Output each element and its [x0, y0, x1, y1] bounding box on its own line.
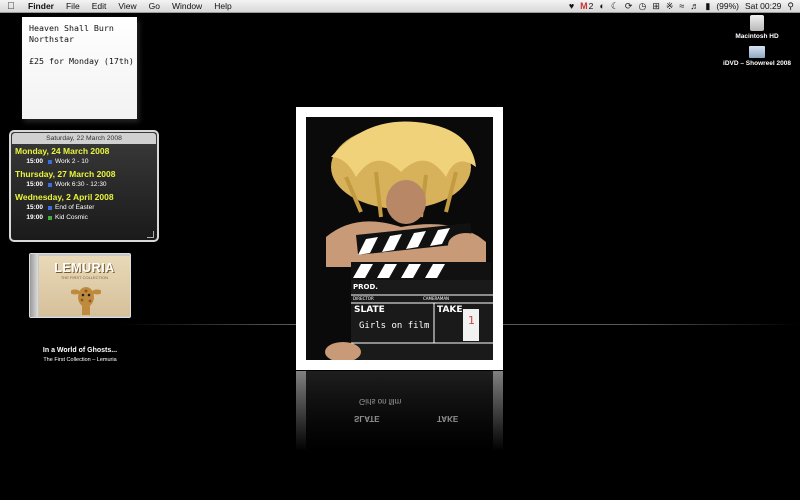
- menu-file[interactable]: File: [60, 0, 86, 12]
- moon-icon[interactable]: ☾: [611, 0, 619, 12]
- event-time: 15:00: [26, 158, 43, 165]
- apple-menu-icon[interactable]: : [0, 1, 22, 12]
- event-title: Kid Cosmic: [55, 214, 88, 221]
- menu-help[interactable]: Help: [208, 0, 237, 12]
- clapper-slate-value: Girls on film: [359, 321, 430, 331]
- event-color-swatch: [48, 206, 52, 210]
- event-time: 15:00: [26, 181, 43, 188]
- poster-image: PROD. DIRECTOR CAMERAMAN SLATE TAKE Girl…: [306, 117, 493, 360]
- desktop-icon-label: Macintosh HD: [735, 33, 779, 40]
- calendar-day-label: Wednesday, 2 April 2008: [15, 192, 114, 202]
- clapper-cameraman-label: CAMERAMAN: [423, 296, 450, 301]
- bluetooth-icon[interactable]: ※: [666, 0, 674, 12]
- album-cover-subtitle: THE FIRST COLLECTION: [60, 275, 109, 280]
- note-line: Heaven Shall Burn: [29, 23, 114, 33]
- desktop-icon-idvd-showreel[interactable]: iDVD – Showreel 2008: [715, 46, 799, 67]
- clapper-director-label: DIRECTOR: [353, 296, 374, 301]
- desktop-photo-poster: PROD. DIRECTOR CAMERAMAN SLATE TAKE Girl…: [296, 107, 503, 370]
- gmail-notifier[interactable]: M 2: [580, 1, 593, 11]
- poster-reflection: Girls on film SLATE TAKE: [296, 371, 503, 451]
- album-cover-title: LEMURIA: [54, 261, 115, 275]
- desktop-icon-macintosh-hd[interactable]: Macintosh HD: [724, 15, 790, 40]
- reflection-slate-value: Girls on film: [359, 397, 402, 406]
- time-machine-icon[interactable]: ◷: [638, 0, 646, 12]
- calendar-day-label: Thursday, 27 March 2008: [15, 169, 116, 179]
- resize-handle-icon[interactable]: [147, 231, 154, 238]
- calendar-event[interactable]: 15:00 End of Easter: [11, 203, 157, 213]
- reflection-take-label: TAKE: [437, 414, 459, 423]
- clapper-take-value: 1: [468, 314, 475, 327]
- now-playing-track: In a World of Ghosts...: [42, 347, 118, 354]
- cd-case-spine: [30, 254, 38, 317]
- clapper-take-label: TAKE: [437, 305, 463, 315]
- hard-drive-icon: [750, 15, 764, 31]
- album-cover: LEMURIA THE FIRST COLLECTION: [39, 256, 130, 316]
- volume-icon[interactable]: ♬: [690, 0, 699, 12]
- menu-extras: ♥ M 2 ◐ ☾ ⟳ ◷ ⊞ ※ ≈ ♬ ▮ (99%) Sat 00:29 …: [569, 0, 794, 12]
- menu-go[interactable]: Go: [143, 0, 166, 12]
- battery-percent: (99%): [716, 1, 740, 11]
- event-title: Work 2 - 10: [55, 158, 89, 165]
- event-color-swatch: [48, 160, 52, 164]
- clapper-slate-label: SLATE: [354, 305, 385, 315]
- note-line: Northstar: [29, 34, 74, 44]
- gmail-count: 2: [588, 1, 594, 11]
- event-color-swatch: [48, 216, 52, 220]
- calendar-header: Saturday, 22 March 2008: [12, 133, 156, 144]
- wifi-icon[interactable]: ≈: [679, 0, 684, 12]
- ical-events-widget[interactable]: Saturday, 22 March 2008 Monday, 24 March…: [9, 130, 159, 242]
- calendar-event[interactable]: 19:00 Kid Cosmic: [11, 213, 157, 223]
- menu-bar:  Finder File Edit View Go Window Help ♥…: [0, 0, 800, 13]
- reflection-slate-label: SLATE: [354, 414, 380, 423]
- clapper-prod-label: PROD.: [353, 283, 378, 291]
- event-time: 15:00: [26, 204, 43, 211]
- spotlight-search-icon[interactable]: ⚲: [787, 0, 794, 12]
- event-title: End of Easter: [55, 204, 95, 211]
- gmail-icon: M: [580, 1, 588, 11]
- calendar-event[interactable]: 15:00 Work 6:30 - 12:30: [11, 180, 157, 190]
- event-color-swatch: [48, 183, 52, 187]
- battery-icon[interactable]: ▮: [705, 0, 710, 12]
- spinner-icon[interactable]: ◐: [599, 0, 604, 12]
- menu-edit[interactable]: Edit: [86, 0, 113, 12]
- sync-icon[interactable]: ⟳: [625, 0, 633, 12]
- poster-reflection-image: Girls on film SLATE TAKE: [306, 371, 493, 451]
- plus-box-icon[interactable]: ⊞: [652, 0, 660, 12]
- event-time: 19:00: [26, 214, 43, 221]
- album-art-widget[interactable]: LEMURIA THE FIRST COLLECTION: [29, 253, 131, 318]
- giraffe-illustration-icon: [71, 287, 101, 315]
- calendar-day-label: Monday, 24 March 2008: [15, 146, 110, 156]
- desktop-icon-label: iDVD – Showreel 2008: [723, 60, 791, 67]
- event-title: Work 6:30 - 12:30: [55, 181, 107, 188]
- menu-app-finder[interactable]: Finder: [22, 0, 60, 12]
- stickies-note-widget[interactable]: Heaven Shall Burn Northstar £25 for Mond…: [22, 17, 137, 119]
- folder-icon: [749, 46, 765, 58]
- menu-window[interactable]: Window: [166, 0, 208, 12]
- menu-clock[interactable]: Sat 00:29: [745, 1, 781, 11]
- menu-view[interactable]: View: [112, 0, 142, 12]
- heart-icon[interactable]: ♥: [569, 0, 574, 12]
- calendar-event[interactable]: 15:00 Work 2 - 10: [11, 157, 157, 167]
- now-playing-artist: The First Collection – Lemuria: [43, 357, 117, 363]
- note-line: £25 for Monday (17th): [29, 56, 134, 66]
